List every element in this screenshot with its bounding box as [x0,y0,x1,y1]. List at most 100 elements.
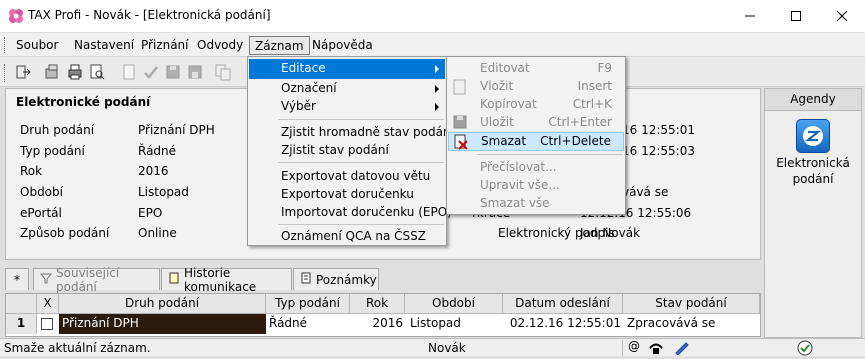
field-value: Řádné [138,144,177,158]
tab-label: Poznámky [316,272,377,287]
menu-item-smazat[interactable]: Smazat Ctrl+Delete [448,132,624,151]
new-icon[interactable] [120,63,138,81]
menu-item-smazat-vse[interactable]: Smazat vše [448,194,550,214]
menu-item-importovat-dorucenku[interactable]: Importovat doručenku (EPO) [249,203,452,223]
menu-soubor[interactable]: Soubor [11,36,63,55]
e-filing-icon[interactable] [796,119,830,153]
submenu-arrow-icon [435,65,439,73]
column-header-obdobi[interactable]: Období [405,294,503,314]
cell-stav: Zpracovává se [627,316,716,330]
value-datum-prijeti: 16 12:55:03 [622,144,695,158]
field-label: ePortál [20,206,62,220]
menu-item-precislovat[interactable]: Přečíslovat... [448,158,557,178]
cell-typ: Řádné [269,316,308,330]
maximize-icon [791,11,801,21]
menu-separator [477,154,623,155]
cell-druh: Přiznání DPH [59,314,266,334]
field-label: Rok [20,164,43,178]
save-all-icon[interactable] [186,63,204,81]
column-header-druh[interactable]: Druh podání [59,294,266,314]
column-header-stav[interactable]: Stav podání [623,294,760,314]
column-header-typ[interactable]: Typ podání [266,294,350,314]
field-value: 2016 [138,164,169,178]
menu-priznani[interactable]: Přiznání [136,36,194,55]
column-header-x[interactable]: X [37,294,59,314]
menu-item-kopirovat[interactable]: Kopírovat Ctrl+K [448,95,624,115]
menu-item-oznameni-qca[interactable]: Oznámení QCA na ČSSZ [249,227,426,247]
menu-item-editovat[interactable]: Editovat F9 [448,59,624,79]
menu-separator [278,119,444,120]
save-icon[interactable] [164,63,182,81]
signature-icon[interactable] [674,341,690,358]
status-user: Novák [428,341,466,355]
document-icon [168,272,180,287]
at-icon[interactable]: @ [628,339,640,353]
menu-item-vyber[interactable]: Výběr [249,97,445,117]
menu-item-ulozit[interactable]: Uložit Ctrl+Enter [448,113,624,133]
tab-label: Historie komunikace [184,265,257,294]
row-number: 1 [6,314,37,334]
menu-item-oznaceni[interactable]: Označení [249,79,445,99]
close-button[interactable] [819,0,865,32]
tools-icon[interactable] [44,63,62,81]
tab-historie-komunikace[interactable]: Historie komunikace [161,266,292,294]
menubar-grip [4,37,7,53]
copy-icon[interactable] [214,63,232,81]
tab-star[interactable]: * [5,268,29,290]
check-icon[interactable] [142,63,160,81]
value-signature: Jan Novák [580,226,641,240]
submenu-arrow-icon [435,85,439,93]
app-icon [8,8,24,24]
column-header-rok[interactable]: Rok [350,294,405,314]
menu-item-vlozit[interactable]: Vložit Insert [448,77,624,97]
value-datum-odeslani: 16 12:55:01 [622,123,695,137]
menu-zaznam[interactable]: Záznam [249,36,310,55]
maximize-button[interactable] [773,0,819,32]
field-label: Typ podání [20,144,85,158]
toolbar-grip [4,64,7,82]
funnel-icon [39,272,53,287]
row-checkbox[interactable] [41,318,53,330]
menu-bar: Soubor Nastavení Přiznání Odvody Záznam … [0,33,865,57]
menu-editace-submenu: Editovat F9 Vložit Insert Kopírovat Ctrl+K … [446,56,626,215]
menu-item-zjistit-stav[interactable]: Zjistit stav podání [249,141,389,161]
menu-napoveda[interactable]: Nápověda [307,36,378,55]
print-preview-icon[interactable] [88,63,106,81]
tab-bar: * Související podání Historie komunikace… [5,266,761,294]
menu-item-editace[interactable]: Editace [249,59,445,79]
menu-nastaveni[interactable]: Nastavení [69,36,139,55]
panel-heading: Elektronické podání [16,95,151,109]
menu-item-zjistit-hromadne[interactable]: Zjistit hromadně stav podání [249,123,454,143]
field-label: Období [20,185,63,199]
ok-status-icon [797,340,813,359]
title-bar: TAX Profi - Novák - [Elektronická podání… [0,0,865,32]
table-row[interactable]: 1 Přiznání DPH Řádné 2016 Listopad 02.12… [6,314,760,334]
cell-datum: 02.12.16 12:55:01 [509,316,621,330]
print-icon[interactable] [66,63,84,81]
field-label: Způsob podání [20,226,110,240]
menu-zaznam-dropdown: Editace Označení Výběr Zjistit hromadně … [247,56,454,247]
close-icon [836,10,848,22]
menu-odvody[interactable]: Odvody [192,36,248,55]
status-message: Smaže aktuální záznam. [4,341,151,355]
status-bar: Smaže aktuální záznam. Novák @ [0,338,865,356]
menu-item-exportovat-dorucenku[interactable]: Exportovat doručenku [249,185,414,205]
menu-item-upravit-vse[interactable]: Upravit vše... [448,176,560,196]
submenu-arrow-icon [435,103,439,111]
menu-item-exportovat-vetu[interactable]: Exportovat datovou větu [249,167,430,187]
exit-icon[interactable] [14,63,32,81]
window-title: TAX Profi - Novák - [Elektronická podání… [28,8,271,22]
status-divider [622,340,623,356]
delete-icon [453,134,469,153]
fax-icon[interactable] [648,341,664,358]
tab-souvisejici-podani[interactable]: Související podání [33,266,160,294]
field-value: Listopad [138,185,189,199]
tab-poznamky[interactable]: Poznámky [293,268,379,290]
menu-separator [278,162,444,163]
field-value: Přiznání DPH [138,123,215,137]
column-header-datum[interactable]: Datum odeslání [503,294,623,314]
tab-label: Související podání [56,265,120,294]
minimize-button[interactable] [727,0,773,32]
agendy-item-label[interactable]: Elektronická podání [765,155,861,187]
cell-rok: 2016 [372,316,403,330]
